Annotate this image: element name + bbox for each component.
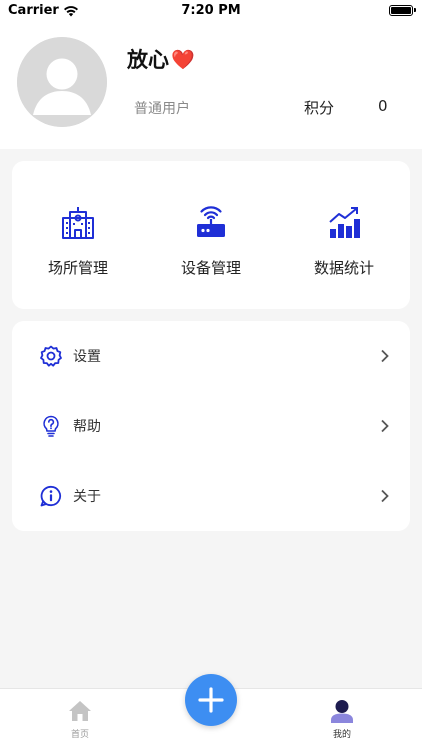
feature-label: 场所管理 <box>47 259 108 277</box>
user-name: 放心 ❤️ <box>127 44 195 74</box>
feature-card: 场所管理 设备管理 数据统计 <box>12 161 410 309</box>
feature-device-management[interactable]: 设备管理 <box>145 161 277 309</box>
tab-mine[interactable]: 我的 <box>312 699 372 740</box>
feature-label: 设备管理 <box>180 259 241 277</box>
menu-item-settings[interactable]: 设置 <box>12 321 410 391</box>
points-label: 积分 <box>304 99 335 117</box>
default-avatar-icon <box>17 37 107 127</box>
tab-label: 我的 <box>332 730 351 740</box>
profile-screen: Carrier 7:20 PM 放心 ❤️ 普通用户 积分 0 场所管理 设备管… <box>0 0 422 750</box>
tab-home[interactable]: 首页 <box>50 699 110 740</box>
menu-item-label: 帮助 <box>73 419 101 435</box>
chevron-right-icon <box>381 349 389 363</box>
feature-label: 数据统计 <box>313 259 374 277</box>
menu-item-about[interactable]: 关于 <box>12 461 410 531</box>
menu-item-label: 设置 <box>73 349 101 365</box>
status-bar: Carrier 7:20 PM <box>0 0 422 22</box>
settings-menu: 设置 帮助 关于 <box>12 321 410 531</box>
user-icon <box>331 700 353 723</box>
user-name-text: 放心 <box>127 48 169 72</box>
home-icon <box>69 701 91 721</box>
battery-icon <box>389 5 416 16</box>
building-icon <box>62 207 94 239</box>
plus-icon <box>198 687 224 713</box>
chevron-right-icon <box>381 489 389 503</box>
feature-venue-management[interactable]: 场所管理 <box>12 161 144 309</box>
chevron-right-icon <box>381 419 389 433</box>
gear-icon <box>40 345 62 367</box>
user-role: 普通用户 <box>134 101 190 117</box>
menu-item-label: 关于 <box>73 489 101 505</box>
bar-chart-icon <box>329 207 360 238</box>
info-icon <box>40 485 62 507</box>
feature-data-statistics[interactable]: 数据统计 <box>278 161 410 309</box>
add-button[interactable] <box>185 674 237 726</box>
tab-label: 首页 <box>70 730 89 740</box>
lightbulb-icon <box>43 415 59 437</box>
profile-header: 放心 ❤️ 普通用户 积分 0 <box>0 22 422 149</box>
router-icon <box>197 206 225 237</box>
avatar[interactable] <box>17 37 107 127</box>
points-value: 0 <box>378 97 388 115</box>
heart-emoji: ❤️ <box>171 48 195 71</box>
clock: 7:20 PM <box>181 3 241 18</box>
menu-item-help[interactable]: 帮助 <box>12 391 410 461</box>
